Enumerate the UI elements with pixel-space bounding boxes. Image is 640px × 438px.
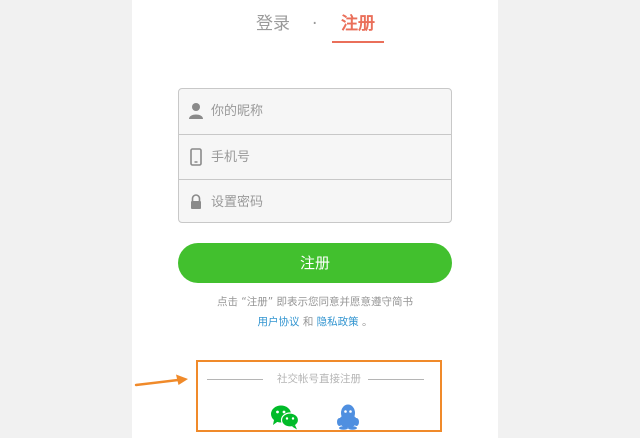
register-form	[178, 88, 452, 223]
phone-field-row	[179, 134, 451, 179]
social-signup-box: 社交帐号直接注册	[196, 360, 442, 432]
agreement-notice: 点击 “注册” 即表示您同意并愿意遵守简书 用户协议 和 隐私政策 。	[132, 292, 498, 332]
tab-login[interactable]: 登录	[256, 12, 290, 36]
privacy-policy-link[interactable]: 隐私政策	[317, 316, 359, 328]
divider-line	[368, 379, 424, 380]
password-input[interactable]	[211, 180, 441, 222]
wechat-icon[interactable]	[270, 404, 300, 430]
lock-icon	[191, 194, 201, 209]
agreement-links-line: 用户协议 和 隐私政策 。	[132, 312, 498, 332]
auth-tabs: 登录 · 注册	[132, 12, 498, 46]
register-button[interactable]: 注册	[178, 243, 452, 283]
user-agreement-link[interactable]: 用户协议	[257, 316, 299, 328]
nickname-field-row	[179, 89, 451, 134]
user-icon	[189, 103, 203, 119]
arrow-icon	[134, 374, 188, 387]
agreement-suffix: 。	[362, 316, 373, 328]
mobile-phone-icon	[190, 148, 202, 166]
phone-input[interactable]	[211, 135, 441, 179]
password-field-row	[179, 179, 451, 222]
page: 登录 · 注册 你的昵称 手机号 注册 点击 “注册” 即表示您同意并愿意遵守简…	[0, 0, 640, 438]
qq-icon[interactable]	[333, 404, 363, 430]
tab-separator: ·	[312, 14, 318, 34]
tab-register[interactable]: 注册	[341, 12, 375, 36]
agreement-text: 点击 “注册” 即表示您同意并愿意遵守简书	[216, 296, 414, 308]
agreement-conjunction: 和	[302, 316, 314, 328]
nickname-input[interactable]	[211, 89, 441, 134]
active-tab-indicator	[332, 41, 384, 43]
